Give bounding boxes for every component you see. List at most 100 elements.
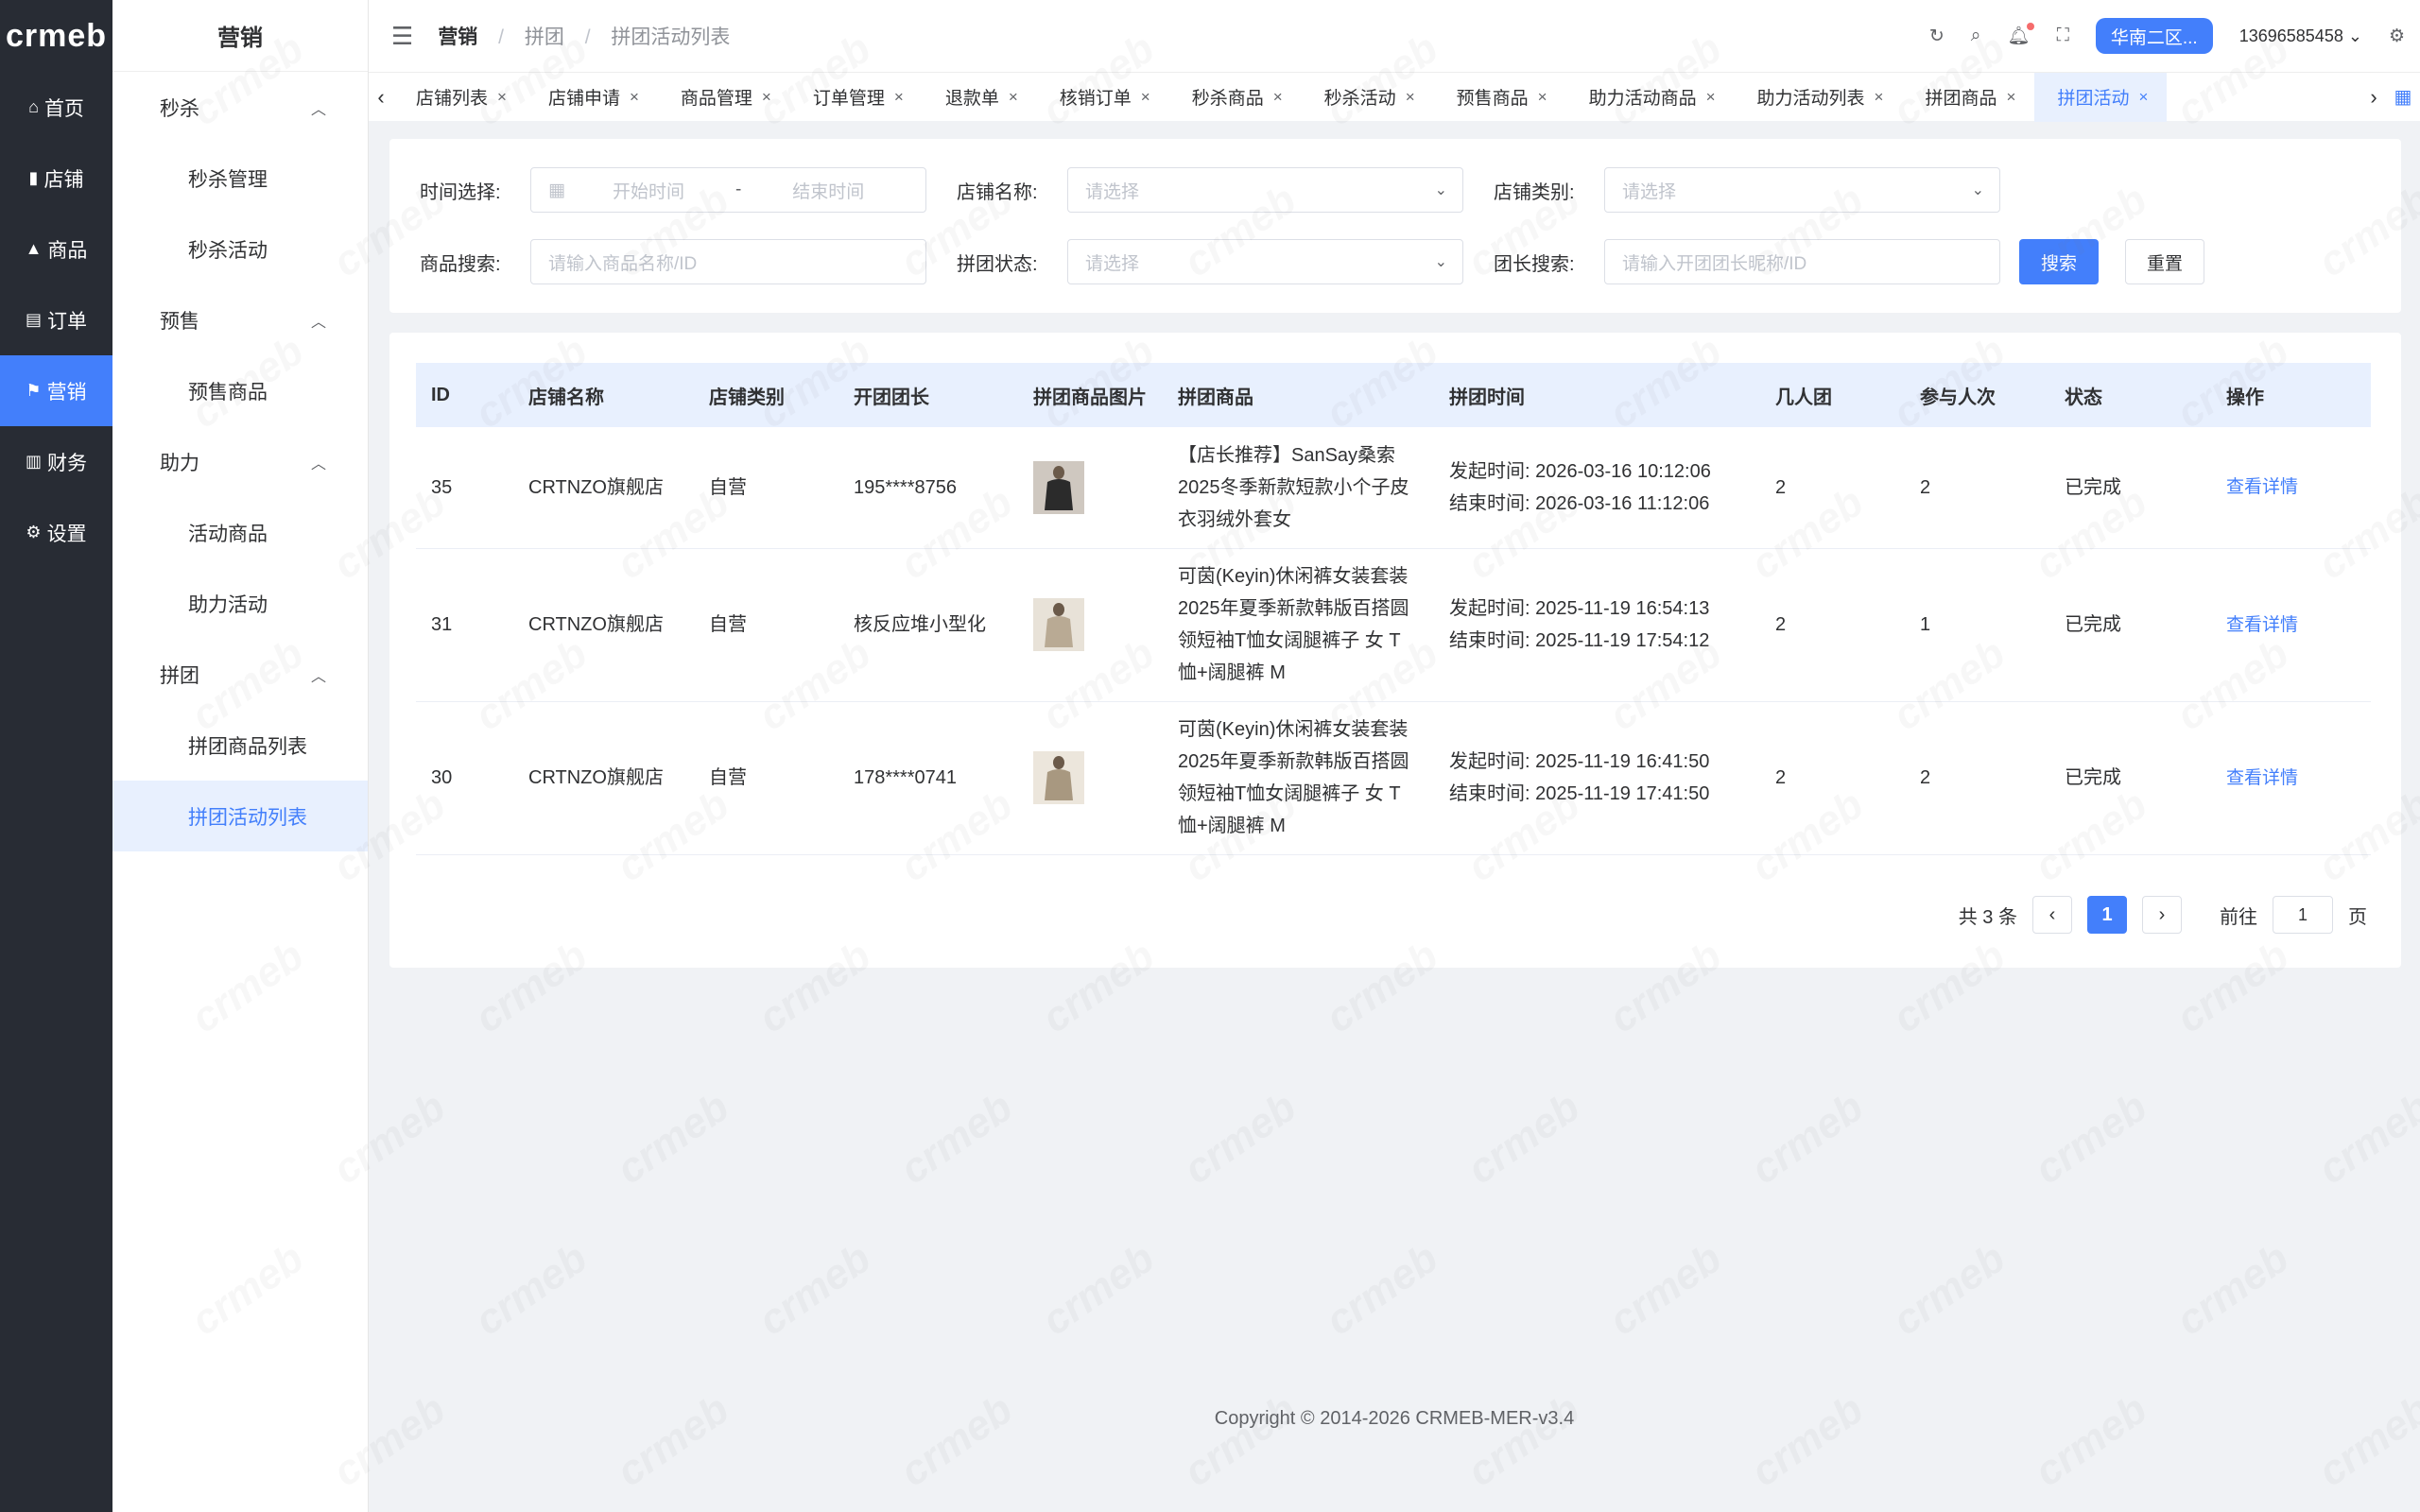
close-icon[interactable]: × — [1141, 88, 1150, 107]
menu-toggle-icon[interactable]: ☰ — [391, 22, 413, 51]
submenu-group[interactable]: 拼团 ︿ — [112, 639, 368, 710]
breadcrumb-separator: / — [498, 26, 504, 48]
breadcrumb-root[interactable]: 营销 — [438, 26, 477, 48]
search-icon[interactable]: ⌕ — [1971, 26, 1981, 46]
fullscreen-icon[interactable]: ⛶ — [2057, 26, 2069, 46]
next-page-button[interactable]: › — [2142, 896, 2182, 934]
column-header: 店铺类别 — [694, 363, 838, 427]
breadcrumb: 营销 / 拼团 / 拼团活动列表 — [438, 22, 730, 50]
leader-search-input[interactable]: 请输入开团团长昵称/ID — [1604, 239, 2000, 284]
reset-button[interactable]: 重置 — [2125, 239, 2204, 284]
group-status-select[interactable]: 请选择 ⌄ — [1067, 239, 1463, 284]
breadcrumb-mid[interactable]: 拼团 — [525, 26, 564, 48]
chevron-down-icon: ⌄ — [1434, 254, 1447, 270]
store-name-label: 店铺名称: — [957, 181, 1038, 203]
cell-id: 30 — [416, 701, 513, 855]
submenu-item[interactable]: 秒杀活动 — [112, 214, 368, 284]
watermark-text: crmeb — [2309, 1083, 2420, 1194]
settings-gear-icon[interactable]: ⚙ — [2389, 26, 2405, 47]
user-account[interactable]: 13696585458 ⌄ — [2239, 26, 2362, 46]
submenu-group[interactable]: 预售 ︿ — [112, 284, 368, 355]
view-details-link[interactable]: 查看详情 — [2226, 615, 2298, 635]
tab-item[interactable]: 核销订单 × — [1037, 73, 1169, 122]
view-details-link[interactable]: 查看详情 — [2226, 768, 2298, 788]
rail-item-6[interactable]: ⚙ 设置 — [0, 497, 112, 568]
watermark-text: crmeb — [1175, 1083, 1305, 1194]
goods-thumbnail[interactable] — [1033, 460, 1084, 514]
tab-item[interactable]: 助力活动商品 × — [1566, 73, 1735, 122]
close-icon[interactable]: × — [1538, 88, 1547, 107]
region-selector[interactable]: 华南二区... — [2095, 18, 2213, 54]
close-icon[interactable]: × — [630, 88, 639, 107]
column-header: 拼团商品 — [1163, 363, 1434, 427]
goods-thumbnail[interactable] — [1033, 598, 1084, 651]
notification-bell-icon[interactable]: 🔔︎ — [2007, 23, 2034, 47]
store-type-placeholder: 请选择 — [1622, 181, 1677, 202]
tab-item[interactable]: 店铺列表 × — [393, 73, 526, 122]
store-name-select[interactable]: 请选择 ⌄ — [1067, 167, 1463, 213]
rail-item-1[interactable]: ▮ 店铺 — [0, 143, 112, 214]
column-header: ID — [416, 363, 513, 427]
tab-item[interactable]: 店铺申请 × — [526, 73, 658, 122]
submenu-item[interactable]: 助力活动 — [112, 568, 368, 639]
submenu-item[interactable]: 拼团商品列表 — [112, 710, 368, 781]
goods-search-input[interactable]: 请输入商品名称/ID — [530, 239, 926, 284]
tab-item[interactable]: 拼团活动 × — [2034, 72, 2168, 122]
tab-item[interactable]: 预售商品 × — [1434, 73, 1566, 122]
close-icon[interactable]: × — [1875, 88, 1884, 107]
prev-page-button[interactable]: ‹ — [2032, 896, 2072, 934]
rail-item-5[interactable]: ▥ 财务 — [0, 426, 112, 497]
cell-action: 查看详情 — [2211, 548, 2371, 702]
tab-item[interactable]: 秒杀商品 × — [1169, 73, 1302, 122]
tab-label: 订单管理 — [812, 89, 885, 109]
close-icon[interactable]: × — [1273, 88, 1283, 107]
end-time-input[interactable]: 结束时间 — [768, 178, 889, 203]
page-number-button[interactable]: 1 — [2087, 896, 2127, 934]
submenu-item[interactable]: 预售商品 — [112, 355, 368, 426]
search-button[interactable]: 搜索 — [2019, 239, 2099, 284]
submenu-group[interactable]: 秒杀 ︿ — [112, 72, 368, 143]
refresh-icon[interactable]: ↻ — [1929, 26, 1945, 47]
rail-item-4[interactable]: ⚑ 营销 — [0, 355, 112, 426]
submenu-item[interactable]: 活动商品 — [112, 497, 368, 568]
watermark-text: crmeb — [608, 1083, 738, 1194]
crmeb-logo[interactable]: crmeb — [0, 0, 112, 72]
view-details-link[interactable]: 查看详情 — [2226, 477, 2298, 497]
tab-item[interactable]: 拼团商品 × — [1902, 73, 2034, 122]
submenu-item[interactable]: 拼团活动列表 — [112, 781, 368, 851]
cell-status: 已完成 — [2049, 701, 2211, 855]
rail-item-2[interactable]: ▲ 商品 — [0, 214, 112, 284]
table-header-row: ID 店铺名称 店铺类别 开团团长 拼团商品图片 拼团商品 拼团时间 几人团 参与人次 状态 操作 — [416, 363, 2371, 427]
tab-scroll-left-icon[interactable]: ‹ — [369, 85, 393, 110]
store-type-select[interactable]: 请选择 ⌄ — [1604, 167, 2000, 213]
goods-thumbnail[interactable] — [1033, 751, 1084, 804]
submenu-item[interactable]: 秒杀管理 — [112, 143, 368, 214]
tab-item[interactable]: 商品管理 × — [658, 73, 790, 122]
cell-action: 查看详情 — [2211, 701, 2371, 855]
tab-scroll-right-icon[interactable]: › — [2361, 85, 2386, 110]
column-header: 开团团长 — [838, 363, 1018, 427]
tab-item[interactable]: 秒杀活动 × — [1302, 73, 1434, 122]
close-icon[interactable]: × — [2138, 88, 2148, 107]
close-icon[interactable]: × — [2007, 88, 2016, 107]
tab-label: 秒杀活动 — [1323, 89, 1396, 109]
close-icon[interactable]: × — [497, 88, 507, 107]
tab-grid-menu-icon[interactable]: ▦ — [2386, 85, 2420, 109]
close-icon[interactable]: × — [894, 88, 904, 107]
cell-goods-image — [1018, 548, 1163, 702]
rail-item-3[interactable]: ▤ 订单 — [0, 284, 112, 355]
date-range-picker[interactable]: ▦ 开始时间 - 结束时间 — [530, 167, 926, 213]
close-icon[interactable]: × — [1706, 88, 1716, 107]
rail-item-0[interactable]: ⌂ 首页 — [0, 72, 112, 143]
submenu-group[interactable]: 助力 ︿ — [112, 426, 368, 497]
tab-item[interactable]: 订单管理 × — [790, 73, 923, 122]
close-icon[interactable]: × — [762, 88, 771, 107]
calendar-icon: ▦ — [548, 180, 565, 200]
goto-page-input[interactable]: 1 — [2273, 896, 2333, 934]
close-icon[interactable]: × — [1009, 88, 1018, 107]
close-icon[interactable]: × — [1406, 88, 1415, 107]
tab-item[interactable]: 助力活动列表 × — [1735, 73, 1903, 122]
watermark-text: crmeb — [1459, 1083, 1589, 1194]
start-time-input[interactable]: 开始时间 — [588, 178, 709, 203]
tab-item[interactable]: 退款单 × — [923, 73, 1037, 122]
